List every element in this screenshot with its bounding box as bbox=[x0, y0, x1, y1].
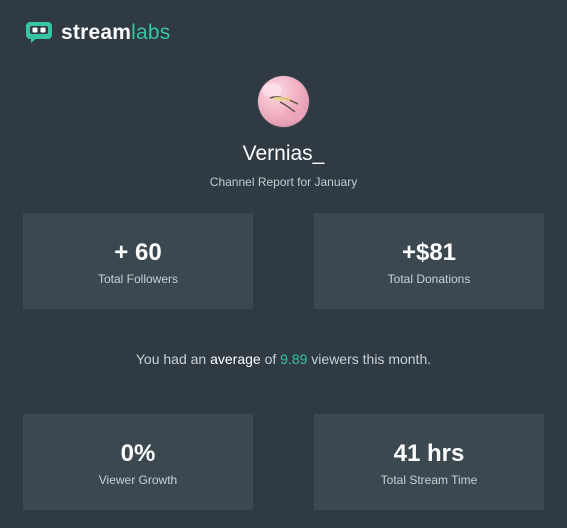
total-donations-value: +$81 bbox=[401, 239, 457, 266]
stat-card-total-followers: + 60 Total Followers bbox=[23, 213, 253, 309]
viewer-growth-label: Viewer Growth bbox=[98, 473, 178, 487]
report-subtitle: Channel Report for January bbox=[209, 175, 358, 189]
total-donations-label: Total Donations bbox=[387, 272, 471, 286]
streamlabs-header: streamlabs bbox=[25, 18, 170, 46]
streamlabs-robot-icon bbox=[26, 22, 52, 43]
avatar-artwork bbox=[262, 83, 308, 122]
stat-card-total-donations: +$81 Total Donations bbox=[314, 213, 544, 309]
viewer-growth-value: 0% bbox=[120, 440, 156, 467]
channel-username: Vernias_ bbox=[242, 142, 325, 165]
total-stream-time-value: 41 hrs bbox=[393, 440, 465, 467]
average-middle: of bbox=[260, 351, 281, 367]
average-viewers-value: 9.89 bbox=[280, 351, 308, 367]
logo-text-labs: labs bbox=[131, 20, 171, 44]
total-followers-label: Total Followers bbox=[97, 272, 179, 286]
streamlabs-wordmark: streamlabs bbox=[61, 22, 170, 43]
total-stream-time-label: Total Stream Time bbox=[380, 473, 478, 487]
average-emphasis: average bbox=[210, 351, 261, 367]
logo-text-stream: stream bbox=[61, 20, 132, 44]
stat-card-total-stream-time: 41 hrs Total Stream Time bbox=[314, 414, 544, 510]
average-viewers-statement: You had an average of 9.89 viewers this … bbox=[0, 351, 567, 367]
average-suffix: viewers this month. bbox=[307, 351, 432, 367]
total-followers-value: + 60 bbox=[114, 239, 162, 266]
stat-card-viewer-growth: 0% Viewer Growth bbox=[23, 414, 253, 510]
user-avatar-image bbox=[258, 76, 309, 127]
average-prefix: You had an bbox=[135, 351, 211, 367]
